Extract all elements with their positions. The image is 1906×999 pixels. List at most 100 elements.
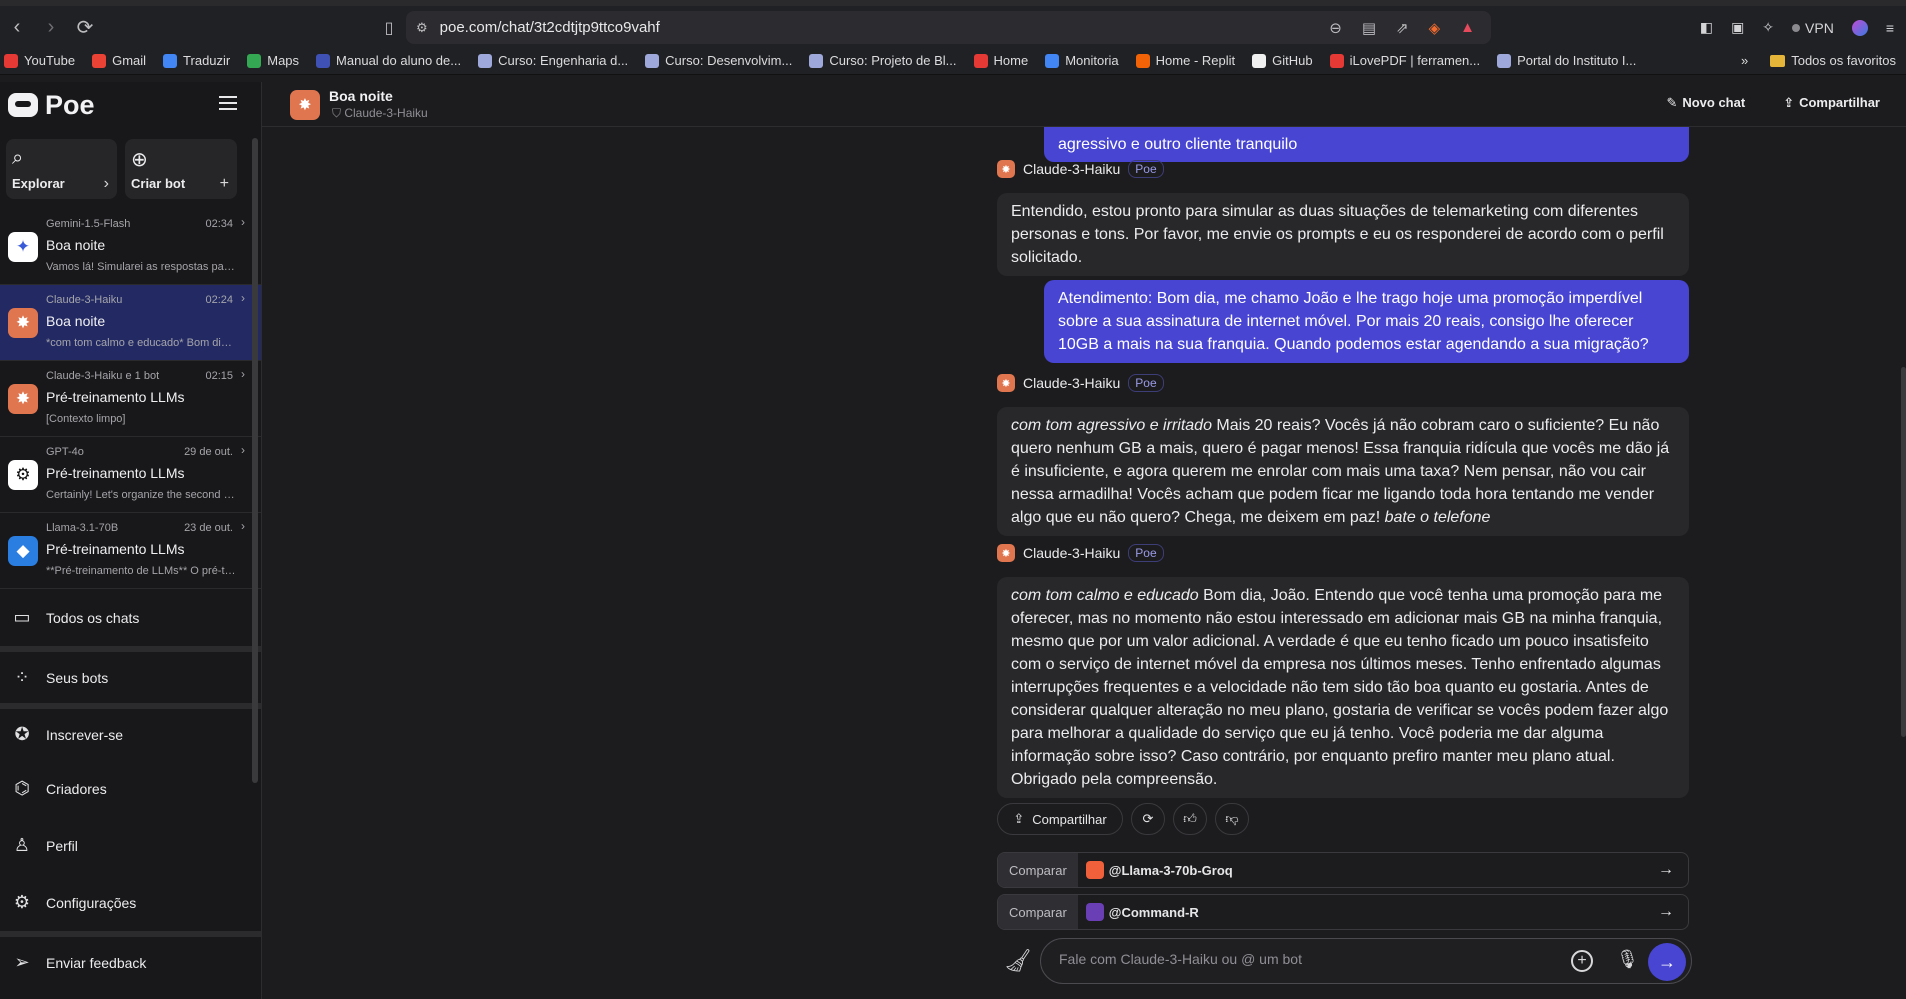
chat-time: 23 de out. [184,522,233,534]
zoom-icon[interactable]: ⊖ [1329,19,1342,37]
bookmark-item[interactable]: Monitoria [1045,53,1119,68]
nav-all-chats[interactable]: ▭ Todos os chats [0,589,261,646]
share-message-button[interactable]: ⇪ Compartilhar [997,803,1123,835]
chat-list-item[interactable]: ◆ Llama-3.1-70B 23 de out. › Pré-treinamento… [0,513,261,589]
user-icon: ♙ [13,835,31,855]
chat-main: ✸ Boa noite ⛉ Claude-3-Haiku ✎ Novo chat … [262,82,1906,999]
bot-message: com tom calmo e educado Bom dia, João. E… [997,577,1689,798]
leo-icon[interactable]: ✧ [1762,19,1774,36]
bookmark-item[interactable]: Home - Replit [1135,53,1235,68]
chat-header: ✸ Boa noite ⛉ Claude-3-Haiku ✎ Novo chat … [262,82,1906,127]
send-button[interactable]: → [1648,943,1686,981]
brave-shield-icon[interactable]: ◈ [1429,19,1441,37]
nav-creators[interactable]: ⌬ Criadores [0,760,261,817]
chat-scrollbar[interactable] [1901,367,1906,737]
like-button[interactable]: 👍︎ [1173,803,1207,835]
bot-name[interactable]: Claude-3-Haiku [1023,545,1120,561]
bot-message: Entendido, estou pronto para simular as … [997,193,1689,276]
retry-button[interactable]: ⟳ [1131,803,1165,835]
bookmark-item[interactable]: Curso: Projeto de Bl... [809,53,957,68]
url-text[interactable]: poe.com/chat/3t2cdtjtp9ttco9vahf [440,19,660,36]
bookmark-item[interactable]: iLovePDF | ferramen... [1329,53,1480,68]
all-favorites-folder[interactable]: Todos os favoritos [1770,53,1896,68]
bookmark-item[interactable]: Traduzir [163,53,230,68]
bookmark-item[interactable]: Curso: Desenvolvim... [645,53,792,68]
profile-avatar-icon[interactable] [1851,19,1868,36]
browser-navbar: ‹ › ⟳ ▯ ⚙ poe.com/chat/3t2cdtjtp9ttco9va… [0,6,1906,49]
back-icon[interactable]: ‹ [0,11,34,45]
compare-suggestion[interactable]: Comparar @Command-R → [997,894,1689,930]
reload-icon[interactable]: ⟳ [68,11,102,45]
sidebar-toggle-icon[interactable]: ◧ [1700,19,1713,36]
more-bookmarks-icon[interactable]: » [1741,53,1748,68]
chat-preview: Certainly! Let's organize the second p..… [46,489,236,501]
chat-list-item[interactable]: ✸ Claude-3-Haiku e 1 bot 02:15 › Pré-treinam… [0,361,261,437]
chevron-right-icon: › [241,367,245,381]
compare-suggestion[interactable]: Comparar @Llama-3-70b-Groq → [997,852,1689,888]
bookmark-item[interactable]: Maps [247,53,299,68]
hamburger-menu-icon[interactable] [219,96,237,110]
chat-list-item[interactable]: ✸ Claude-3-Haiku 02:24 › Boa noite *com tom c… [0,285,261,361]
sidebar-scrollbar[interactable] [252,138,258,783]
dislike-button[interactable]: 👎︎ [1215,803,1249,835]
bookmark-item[interactable]: Home [973,53,1028,68]
nav-label: Enviar feedback [46,954,147,971]
chat-bot-name[interactable]: ⛉ Claude-3-Haiku [332,106,428,121]
nav-settings[interactable]: ⚙ Configurações [0,874,261,931]
brave-rewards-icon[interactable]: ▲ [1460,19,1475,36]
nav-subscribe[interactable]: ✪ Inscrever-se [0,703,261,760]
claude-bot-icon[interactable]: ✸ [997,544,1015,562]
bot-message-header: ✸ Claude-3-Haiku Poe [997,160,1164,178]
share-chat-button[interactable]: ⇪ Compartilhar [1783,95,1880,111]
bot-message: com tom agressivo e irritado Mais 20 rea… [997,407,1689,536]
poe-tag: Poe [1128,374,1164,392]
bookmark-favicon-icon [1135,53,1150,68]
claude-bot-icon[interactable]: ✸ [997,160,1015,178]
create-bot-button[interactable]: ⊕ Criar bot + [125,139,237,199]
poe-tag: Poe [1128,160,1164,178]
bookmark-item[interactable]: Gmail [92,53,146,68]
bookmark-item[interactable]: GitHub [1252,53,1313,68]
bookmark-item[interactable]: Curso: Engenharia d... [478,53,628,68]
claude-bot-icon[interactable]: ✸ [997,374,1015,392]
bookmark-item[interactable]: Portal do Instituto I... [1497,53,1636,68]
share-page-icon[interactable]: ⇗ [1396,19,1409,37]
chat-title[interactable]: Boa noite [329,88,393,104]
chat-list: ✦ Gemini-1.5-Flash 02:34 › Boa noite Vamos lá… [0,209,261,589]
bookmark-item[interactable]: Manual do aluno de... [316,53,461,68]
explore-button[interactable]: ⌕ Explorar › [6,139,117,199]
bot-avatar-icon: ✸ [8,384,38,414]
attach-plus-icon[interactable]: + [1571,950,1593,972]
address-bar[interactable]: ⚙ poe.com/chat/3t2cdtjtp9ttco9vahf ⊖ ▤ ⇗… [406,11,1491,44]
message-input-box[interactable]: + 🎙︎ → [1040,938,1692,984]
new-chat-button[interactable]: ✎ Novo chat [1666,95,1745,111]
bot-name[interactable]: Claude-3-Haiku [1023,161,1120,177]
compare-bot-name: @Command-R [1108,904,1199,920]
nav-label: Perfil [46,837,78,854]
message-input[interactable] [1059,951,1529,967]
bot-add-icon: ⊕ [131,149,148,171]
nav-feedback[interactable]: ➢ Enviar feedback [0,931,261,988]
message-emphasis: com tom calmo e educado [1011,587,1199,604]
site-info-icon[interactable]: ⚙ [416,20,428,36]
bookmark-page-icon[interactable]: ▯ [372,11,406,45]
nav-profile[interactable]: ♙ Perfil [0,817,261,874]
reader-icon[interactable]: ▤ [1362,19,1376,37]
clear-context-icon[interactable]: 🧹︎ [1004,948,1032,974]
bookmark-label: Manual do aluno de... [336,53,462,68]
vpn-button[interactable]: VPN [1792,20,1834,36]
wallet-icon[interactable]: ▣ [1731,19,1744,36]
vpn-label: VPN [1805,19,1834,36]
composer: 🧹︎ + 🎙︎ → [1004,938,1692,988]
bot-name[interactable]: Claude-3-Haiku [1023,375,1120,391]
menu-icon[interactable]: ≡ [1886,20,1894,36]
forward-icon[interactable]: › [34,11,68,45]
chat-list-item[interactable]: ✦ Gemini-1.5-Flash 02:34 › Boa noite Vamos lá… [0,209,261,285]
chat-list-item[interactable]: ⚙ GPT-4o 29 de out. › Pré-treinamento LLMs Ce… [0,437,261,513]
claude-bot-icon[interactable]: ✸ [290,90,320,120]
microphone-icon[interactable]: 🎙︎ [1616,949,1639,970]
nav-your-bots[interactable]: ⁘ Seus bots [0,646,261,703]
message-emphasis: bate o telefone [1384,509,1491,526]
bookmark-item[interactable]: YouTube [4,53,75,68]
poe-logo-icon [8,93,38,117]
